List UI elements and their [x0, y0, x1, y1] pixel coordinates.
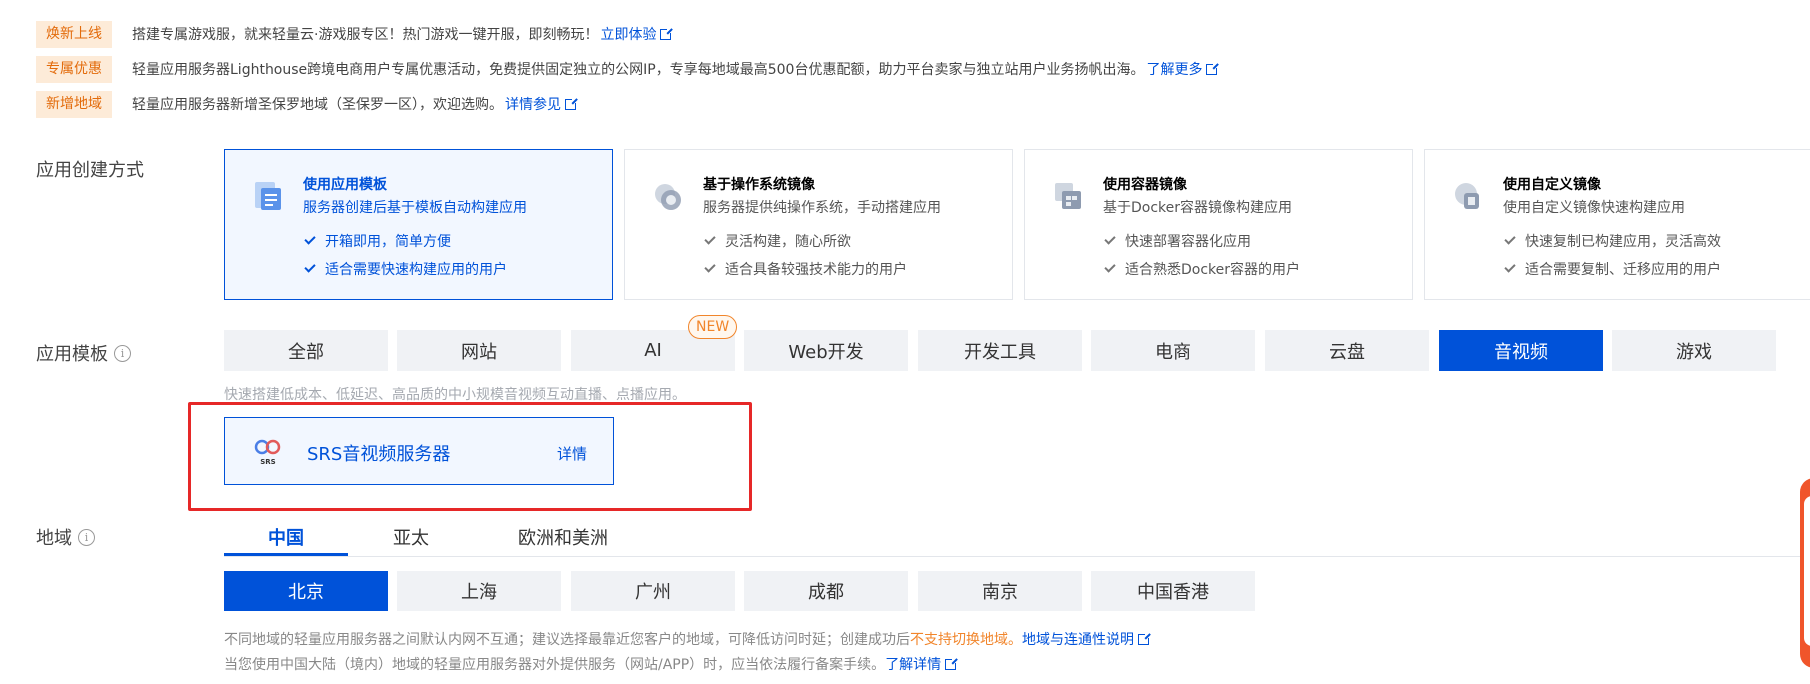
external-link-icon[interactable] — [565, 97, 578, 110]
card-title: 使用容器镜像 — [1103, 177, 1187, 193]
filing-note: 当您使用中国大陆（境内）地域的轻量应用服务器对外提供服务（网站/APP）时，应当… — [224, 654, 959, 674]
notice-link[interactable]: 立即体验 — [600, 27, 656, 43]
city-hongkong[interactable]: 中国香港 — [1091, 571, 1255, 611]
notice-row: 专属优惠 轻量应用服务器Lighthouse跨境电商用户专属优惠活动，免费提供固… — [36, 55, 1220, 83]
notice-tag: 专属优惠 — [36, 55, 112, 83]
region-tab-china[interactable]: 中国 — [268, 524, 304, 554]
card-desc: 使用自定义镜像快速构建应用 — [1503, 200, 1685, 216]
feature-item: 适合具备较强技术能力的用户 — [704, 259, 907, 279]
notice-link[interactable]: 了解更多 — [1146, 62, 1202, 78]
region-tab-asia-pacific[interactable]: 亚太 — [393, 524, 429, 554]
tab-audio-video[interactable]: 音视频 — [1439, 330, 1603, 371]
city-shanghai[interactable]: 上海 — [397, 571, 561, 611]
svg-text:SRS: SRS — [260, 458, 275, 466]
template-icon — [255, 182, 281, 210]
tab-website[interactable]: 网站 — [397, 330, 561, 371]
external-link-icon[interactable] — [1206, 62, 1220, 75]
tab-dev-tools[interactable]: 开发工具 — [918, 330, 1082, 371]
region-note: 不同地域的轻量应用服务器之间默认内网不互通；建议选择最靠近您客户的地域，可降低访… — [224, 629, 1151, 649]
check-icon — [304, 233, 316, 245]
notice-row: 焕新上线 搭建专属游戏服，就来轻量云·游戏服专区！热门游戏一键开服，即刻畅玩！立… — [36, 20, 674, 48]
external-link-icon[interactable] — [945, 657, 959, 670]
tab-all[interactable]: 全部 — [224, 330, 388, 371]
card-desc: 基于Docker容器镜像构建应用 — [1103, 200, 1293, 216]
check-icon — [1104, 261, 1116, 273]
notice-text: 轻量应用服务器Lighthouse跨境电商用户专属优惠活动，免费提供固定独立的公… — [132, 59, 1220, 79]
region-connectivity-link[interactable]: 地域与连通性说明 — [1022, 632, 1134, 648]
card-desc: 服务器创建后基于模板自动构建应用 — [303, 200, 527, 216]
region-label: 地域 i — [36, 524, 95, 550]
card-app-template[interactable]: 使用应用模板 服务器创建后基于模板自动构建应用 开箱即用，简单方便 适合需要快速… — [224, 149, 613, 300]
check-icon — [1104, 233, 1116, 245]
os-image-icon — [655, 184, 681, 210]
tab-ecommerce[interactable]: 电商 — [1091, 330, 1255, 371]
info-icon[interactable]: i — [78, 528, 95, 546]
new-badge: NEW — [688, 315, 738, 339]
feature-item: 适合需要复制、迁移应用的用户 — [1504, 259, 1721, 279]
tab-games[interactable]: 游戏 — [1612, 330, 1776, 371]
city-nanjing[interactable]: 南京 — [918, 571, 1082, 611]
card-custom-image[interactable]: 使用自定义镜像 使用自定义镜像快速构建应用 快速复制已构建应用，灵活高效 适合需… — [1424, 149, 1810, 300]
feature-item: 适合需要快速构建应用的用户 — [304, 259, 507, 279]
notice-link[interactable]: 详情参见 — [505, 97, 561, 113]
template-hint: 快速搭建低成本、低延迟、高品质的中小规模音视频互动直播、点播应用。 — [224, 387, 686, 403]
feature-item: 快速部署容器化应用 — [1104, 231, 1251, 251]
app-name: SRS音视频服务器 — [307, 444, 451, 465]
region-tab-indicator — [224, 553, 348, 556]
check-icon — [704, 261, 716, 273]
filing-detail-link[interactable]: 了解详情 — [885, 657, 941, 673]
check-icon — [304, 261, 316, 273]
external-link-icon[interactable] — [660, 27, 674, 40]
check-icon — [1504, 261, 1516, 273]
region-tabs-divider — [224, 556, 1810, 557]
check-icon — [1504, 233, 1516, 245]
region-tab-europe-americas[interactable]: 欧洲和美洲 — [518, 524, 608, 554]
check-icon — [704, 233, 716, 245]
city-chengdu[interactable]: 成都 — [744, 571, 908, 611]
app-detail-link[interactable]: 详情 — [557, 443, 587, 464]
card-container-image[interactable]: 使用容器镜像 基于Docker容器镜像构建应用 快速部署容器化应用 适合熟悉Do… — [1024, 149, 1413, 300]
custom-image-icon — [1455, 183, 1479, 209]
container-image-icon — [1055, 183, 1081, 209]
info-icon[interactable]: i — [114, 344, 131, 362]
city-guangzhou[interactable]: 广州 — [571, 571, 735, 611]
card-title: 使用自定义镜像 — [1503, 177, 1601, 193]
notice-tag: 焕新上线 — [36, 20, 112, 48]
notice-tag: 新增地域 — [36, 90, 112, 118]
card-title: 使用应用模板 — [303, 177, 387, 193]
notice-text: 搭建专属游戏服，就来轻量云·游戏服专区！热门游戏一键开服，即刻畅玩！ 立即体验 — [132, 24, 674, 44]
external-link-icon[interactable] — [1138, 632, 1151, 645]
feature-item: 开箱即用，简单方便 — [304, 231, 451, 251]
city-beijing[interactable]: 北京 — [224, 571, 388, 611]
card-title: 基于操作系统镜像 — [703, 177, 815, 193]
app-card-srs[interactable]: SRS SRS音视频服务器 详情 — [224, 417, 614, 485]
floating-side-widget[interactable] — [1800, 478, 1810, 668]
app-template-label: 应用模板 i — [36, 340, 131, 366]
tab-web-dev[interactable]: Web开发 — [744, 330, 908, 371]
creation-method-label: 应用创建方式 — [36, 160, 144, 181]
srs-logo-icon: SRS — [254, 439, 281, 466]
notice-row: 新增地域 轻量应用服务器新增圣保罗地域（圣保罗一区），欢迎选购。 详情参见 — [36, 90, 578, 118]
feature-item: 适合熟悉Docker容器的用户 — [1104, 259, 1300, 279]
card-desc: 服务器提供纯操作系统，手动搭建应用 — [703, 200, 941, 216]
feature-item: 快速复制已构建应用，灵活高效 — [1504, 231, 1721, 251]
card-os-image[interactable]: 基于操作系统镜像 服务器提供纯操作系统，手动搭建应用 灵活构建，随心所欲 适合具… — [624, 149, 1013, 300]
feature-item: 灵活构建，随心所欲 — [704, 231, 851, 251]
notice-text: 轻量应用服务器新增圣保罗地域（圣保罗一区），欢迎选购。 详情参见 — [132, 94, 578, 114]
tab-cloud-drive[interactable]: 云盘 — [1265, 330, 1429, 371]
